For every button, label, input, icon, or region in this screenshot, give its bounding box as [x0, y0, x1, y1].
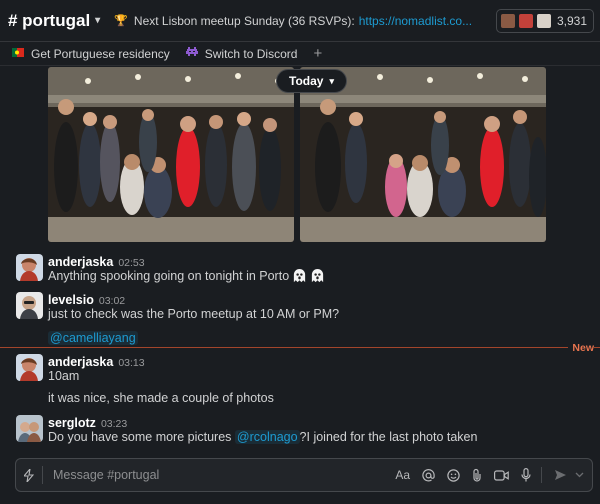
user-mention[interactable]: @rcolnago	[234, 430, 300, 444]
author-name[interactable]: anderjaska	[48, 255, 113, 269]
message-text: @camelliayang	[48, 331, 138, 345]
trophy-icon: 🏆	[114, 15, 128, 27]
microphone-icon[interactable]	[521, 468, 531, 482]
user-mention[interactable]: @camelliayang	[48, 331, 138, 345]
emoji-icon[interactable]	[447, 468, 460, 482]
member-avatar	[499, 12, 516, 29]
divider	[541, 467, 542, 483]
bookmarks-bar: Get Portuguese residency Switch to Disco…	[0, 42, 600, 66]
group-photo-2[interactable]	[300, 67, 546, 242]
send-icon[interactable]	[554, 469, 567, 481]
portugal-flag-icon	[12, 47, 24, 60]
date-label: Today	[289, 74, 324, 88]
message-body: Do you have some more pictures	[48, 430, 232, 444]
message-input[interactable]: Message #portugal	[53, 468, 383, 482]
bookmark-label: Get Portuguese residency	[31, 46, 170, 61]
chevron-down-icon[interactable]	[575, 472, 584, 478]
bookmark-label: Switch to Discord	[204, 46, 298, 61]
date-divider-pill[interactable]: Today ▾	[276, 69, 347, 93]
formatting-button[interactable]: Aa	[395, 468, 410, 482]
message-body: just to check was the Porto meetup at 10…	[48, 307, 340, 321]
channel-topic[interactable]: 🏆 Next Lisbon meetup Sunday (36 RSVPs): …	[114, 14, 488, 28]
avatar[interactable]	[16, 254, 43, 281]
ghost-emoji-icon	[294, 268, 306, 283]
timestamp[interactable]: 03:02	[99, 295, 125, 307]
video-icon[interactable]	[494, 469, 509, 481]
message-text: Anything spooking going on tonight in Po…	[48, 268, 325, 283]
avatar[interactable]	[16, 415, 43, 442]
avatar[interactable]	[16, 354, 43, 381]
topic-text: Next Lisbon meetup Sunday (36 RSVPs):	[133, 13, 355, 28]
bookmark-discord[interactable]: Switch to Discord	[185, 46, 298, 61]
message-header: anderjaska 02:53	[48, 254, 145, 269]
message-body: ?I joined for the last photo taken	[299, 430, 478, 444]
message-body: Anything spooking going on tonight in Po…	[48, 269, 290, 283]
attachment-icon[interactable]	[472, 468, 482, 482]
timestamp[interactable]: 03:13	[118, 357, 144, 369]
bookmark-residency[interactable]: Get Portuguese residency	[12, 47, 170, 61]
message-header: levelsio 03:02	[48, 292, 125, 307]
chevron-down-icon: ▾	[329, 75, 334, 86]
group-photo-1[interactable]	[48, 67, 294, 242]
author-name[interactable]: anderjaska	[48, 355, 113, 369]
new-messages-label: New	[568, 342, 594, 354]
ghost-emoji-icon	[312, 268, 324, 283]
message-header: serglotz 03:23	[48, 415, 127, 430]
message-body: 10am	[48, 369, 80, 383]
message-body: it was nice, she made a couple of photos	[48, 391, 274, 405]
new-messages-divider	[0, 347, 600, 348]
channel-name-button[interactable]: # portugal ▾	[8, 11, 100, 31]
message-text: Do you have some more pictures @rcolnago…	[48, 430, 477, 444]
chevron-down-icon: ▾	[95, 15, 101, 26]
add-bookmark-button[interactable]: +	[313, 45, 322, 62]
avatar[interactable]	[16, 292, 43, 319]
members-button[interactable]: 3,931	[495, 8, 594, 33]
channel-header: # portugal ▾ 🏆 Next Lisbon meetup Sunday…	[0, 0, 600, 42]
shortcuts-bolt-icon[interactable]	[24, 466, 43, 484]
mention-icon[interactable]	[422, 468, 435, 482]
author-name[interactable]: levelsio	[48, 293, 94, 307]
timestamp[interactable]: 03:23	[101, 418, 127, 430]
topic-link[interactable]: https://nomadlist.co...	[359, 14, 472, 28]
member-avatar	[517, 12, 534, 29]
channel-name: # portugal	[8, 10, 91, 30]
member-avatar	[535, 12, 552, 29]
author-name[interactable]: serglotz	[48, 416, 96, 430]
message-header: anderjaska 03:13	[48, 354, 145, 369]
member-count: 3,931	[556, 13, 587, 28]
space-invader-icon	[185, 47, 198, 60]
message-composer: Message #portugal Aa	[15, 458, 593, 492]
